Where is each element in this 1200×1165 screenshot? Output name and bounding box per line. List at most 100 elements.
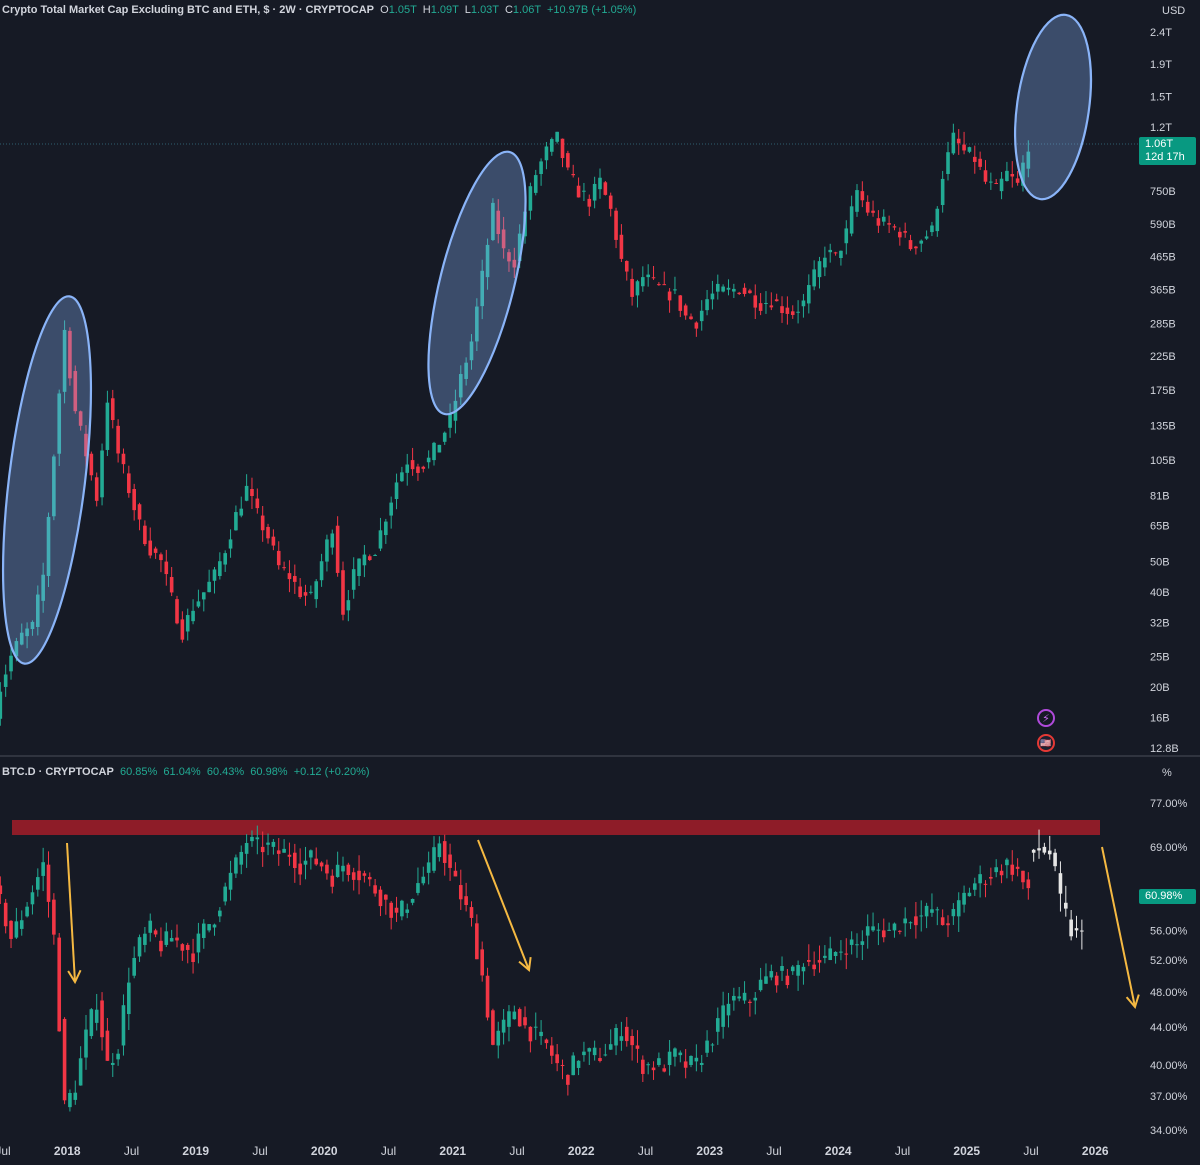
main-candle — [651, 277, 656, 279]
main-candle — [849, 206, 854, 234]
time-axis-label: 2026 — [1082, 1144, 1109, 1158]
dominance-candle — [699, 1062, 704, 1065]
main-candle — [624, 261, 629, 272]
main-y-tick: 365B — [1150, 285, 1176, 297]
dominance-open: 60.85% — [119, 766, 158, 778]
dominance-candle — [271, 841, 276, 847]
dominance-candle — [373, 885, 377, 894]
dominance-price-tag: 60.98% — [1139, 889, 1196, 904]
main-candle — [132, 489, 136, 511]
dominance-symbol[interactable]: BTC.D · CRYPTOCAP — [2, 766, 114, 778]
dominance-candle — [598, 1058, 602, 1061]
main-candle — [844, 228, 849, 244]
main-candle — [667, 291, 672, 301]
main-candle — [662, 284, 667, 286]
dominance-candle — [501, 1019, 506, 1033]
main-candle — [994, 183, 998, 185]
main-candle — [871, 210, 875, 213]
main-candle — [137, 504, 142, 520]
main-candle — [801, 300, 806, 307]
dominance-candle — [855, 944, 859, 946]
main-candle — [571, 174, 576, 176]
dominance-y-tick: 77.00% — [1150, 798, 1188, 810]
dominance-candle — [892, 923, 897, 931]
main-candle — [823, 257, 827, 268]
dominance-candle — [919, 915, 924, 917]
dominance-candle — [25, 906, 29, 917]
dominance-legend: BTC.D · CRYPTOCAP 60.85% 61.04% 60.43% 6… — [2, 765, 370, 779]
dominance-candle — [298, 863, 302, 875]
main-close: 1.06T — [512, 4, 541, 16]
chart-svg: 2.4T 1.9T 1.5T 1.2T 750B 590B 465B 365B 285B 225B… — [0, 0, 1200, 1160]
main-y-tick: 32B — [1150, 618, 1170, 630]
dominance-candle — [496, 1030, 501, 1046]
main-candle — [432, 442, 436, 461]
dominance-candle — [614, 1027, 618, 1046]
main-candle — [726, 287, 731, 290]
main-candle — [855, 190, 859, 212]
projection-candle — [1080, 930, 1084, 932]
dominance-candle — [207, 924, 211, 931]
dominance-candle — [405, 909, 410, 913]
main-candle — [201, 592, 206, 600]
lightning-icon[interactable]: ⚡ — [1037, 709, 1055, 727]
dominance-candle — [351, 872, 356, 880]
dominance-candle — [458, 885, 463, 900]
main-candle — [175, 599, 179, 624]
main-candle — [673, 289, 677, 291]
dominance-candle — [159, 940, 163, 952]
dominance-candle — [78, 1058, 83, 1086]
main-currency-label[interactable]: USD — [1148, 0, 1200, 22]
main-candle — [582, 190, 586, 192]
projection-candle — [1069, 919, 1073, 937]
main-symbol[interactable]: Crypto Total Market Cap Excluding BTC an… — [2, 4, 374, 16]
main-y-tick: 81B — [1150, 491, 1170, 503]
projection-candle — [1037, 848, 1041, 851]
main-candle — [410, 460, 415, 470]
dominance-candle — [533, 1026, 538, 1028]
dominance-candle — [903, 918, 907, 924]
main-candle — [710, 293, 715, 300]
main-candle — [876, 218, 881, 226]
dominance-candle — [812, 964, 816, 970]
projection-candle — [1047, 850, 1052, 855]
main-candle — [416, 466, 420, 473]
main-candle — [223, 553, 227, 565]
main-y-tick: 1.9T — [1150, 59, 1172, 71]
main-candle — [646, 274, 650, 278]
main-candle — [956, 138, 961, 144]
dominance-candle — [1021, 870, 1025, 883]
main-y-tick: 1.5T — [1150, 91, 1172, 103]
main-candle — [951, 132, 956, 154]
main-candle — [1010, 174, 1015, 177]
dominance-candle — [946, 923, 950, 926]
main-y-tick: 25B — [1150, 651, 1170, 663]
dominance-candle — [3, 902, 8, 927]
main-candle — [357, 558, 361, 577]
main-candle — [972, 156, 977, 162]
main-y-tick: 2.4T — [1150, 27, 1172, 39]
dominance-candle — [100, 1000, 104, 1038]
dominance-candle — [914, 916, 918, 926]
dominance-candle — [732, 995, 736, 1001]
dominance-candle — [416, 883, 420, 893]
main-candle — [293, 576, 297, 582]
main-y-tick: 40B — [1150, 587, 1170, 599]
main-candle — [678, 295, 683, 311]
main-candle — [442, 432, 447, 442]
main-candle — [287, 573, 292, 580]
dominance-unit-label[interactable]: % — [1148, 762, 1200, 784]
main-change: +10.97B (+1.05%) — [546, 4, 637, 16]
time-axis-label: 2023 — [696, 1144, 723, 1158]
main-candle — [999, 178, 1004, 192]
dominance-candle — [94, 1009, 99, 1023]
dominance-candle — [962, 892, 966, 905]
main-candle — [550, 139, 554, 152]
dominance-candle — [624, 1026, 629, 1042]
dominance-low: 60.43% — [206, 766, 245, 778]
dominance-candle — [19, 920, 24, 929]
main-candle — [378, 530, 383, 549]
main-candle — [164, 561, 169, 575]
us-flag-icon[interactable]: 🇺🇸 — [1037, 734, 1055, 752]
dominance-candle — [555, 1054, 559, 1064]
